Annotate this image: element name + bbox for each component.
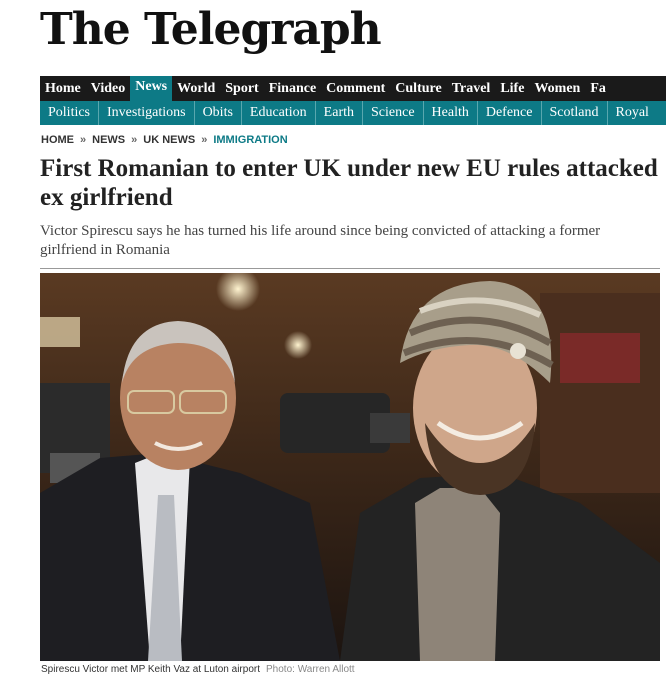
breadcrumb: HOME » NEWS » UK NEWS » IMMIGRATION xyxy=(41,134,288,146)
breadcrumb-news[interactable]: NEWS xyxy=(92,134,125,146)
article-headline: First Romanian to enter UK under new EU … xyxy=(40,155,658,211)
breadcrumb-home[interactable]: HOME xyxy=(41,134,74,146)
breadcrumb-uk-news[interactable]: UK NEWS xyxy=(143,134,195,146)
photo-credit: Photo: Warren Allott xyxy=(266,664,355,675)
subnav-health[interactable]: Health xyxy=(424,101,478,125)
divider xyxy=(40,268,660,269)
breadcrumb-separator-icon: » xyxy=(131,134,138,146)
subnav-science[interactable]: Science xyxy=(363,101,424,125)
subnav-investigations[interactable]: Investigations xyxy=(99,101,195,125)
subnav-politics[interactable]: Politics xyxy=(40,101,100,125)
article-standfirst: Victor Spirescu says he has turned his l… xyxy=(40,223,601,258)
breadcrumb-separator-icon: » xyxy=(80,134,87,146)
photo-caption: Spirescu Victor met MP Keith Vaz at Luto… xyxy=(41,664,355,675)
subnav-education[interactable]: Education xyxy=(242,101,316,125)
nav-finance[interactable]: Finance xyxy=(264,76,321,101)
nav-life[interactable]: Life xyxy=(495,76,529,101)
nav-travel[interactable]: Travel xyxy=(447,76,496,101)
nav-home[interactable]: Home xyxy=(40,76,86,101)
subnav-royal[interactable]: Royal xyxy=(608,101,657,125)
subnav-obits[interactable]: Obits xyxy=(195,101,242,125)
nav-world[interactable]: World xyxy=(172,76,220,101)
article-photo xyxy=(40,273,660,661)
breadcrumb-immigration[interactable]: IMMIGRATION xyxy=(213,134,287,146)
nav-women[interactable]: Women xyxy=(529,76,585,101)
nav-culture[interactable]: Culture xyxy=(390,76,446,101)
site-logo[interactable]: The Telegraph xyxy=(40,2,382,58)
secondary-nav: Politics Investigations Obits Education … xyxy=(40,101,666,125)
subnav-scotland[interactable]: Scotland xyxy=(542,101,608,125)
subnav-defence[interactable]: Defence xyxy=(478,101,542,125)
nav-news[interactable]: News xyxy=(130,76,173,101)
nav-video[interactable]: Video xyxy=(86,76,130,101)
primary-nav: Home Video News World Sport Finance Comm… xyxy=(40,76,666,101)
subnav-earth[interactable]: Earth xyxy=(316,101,363,125)
caption-text: Spirescu Victor met MP Keith Vaz at Luto… xyxy=(41,664,260,675)
nav-sport[interactable]: Sport xyxy=(220,76,263,101)
breadcrumb-separator-icon: » xyxy=(201,134,208,146)
nav-fashion[interactable]: Fa xyxy=(585,76,611,101)
nav-comment[interactable]: Comment xyxy=(321,76,390,101)
